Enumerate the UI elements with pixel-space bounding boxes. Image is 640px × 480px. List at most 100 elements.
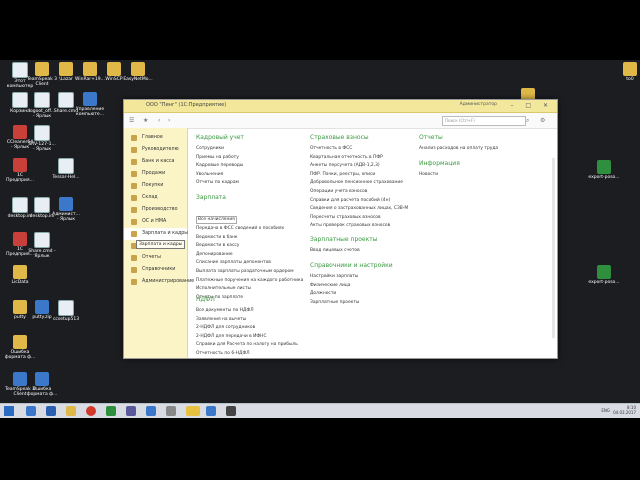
section-link[interactable]: Пересчеты страховых взносов	[310, 214, 408, 223]
desktop-icon[interactable]: Управление компьюте...	[72, 92, 108, 117]
desktop-icon[interactable]: ccsetup513	[48, 300, 84, 322]
menu-icon[interactable]: ☰	[129, 117, 134, 124]
taskbar-app-icon[interactable]	[146, 406, 156, 416]
section-link[interactable]: Отчеты по кадрам	[196, 179, 244, 188]
desktop-icon[interactable]: SRV-127-1... - Ярлык	[24, 125, 60, 152]
section-link[interactable]: 2-НДФЛ для передачи в ИФНС	[196, 333, 298, 342]
section-link[interactable]: Зарплатные проекты	[310, 299, 393, 308]
section-heading[interactable]: Кадровый учет	[196, 134, 244, 141]
sidebar-item[interactable]: Банк и касса	[124, 156, 187, 168]
section-link[interactable]: Платежные поручения на каждого работника	[196, 277, 303, 286]
section-link[interactable]: Справки для расчета пособий (4н)	[310, 197, 408, 206]
sidebar-item[interactable]: Администрирование	[124, 276, 194, 288]
forward-icon[interactable]: ›	[168, 117, 170, 124]
section-link[interactable]: Отчетность по 6-НДФЛ	[196, 350, 298, 359]
section-heading[interactable]: НДФЛ	[196, 296, 298, 303]
section-link[interactable]: Ведомости в кассу	[196, 242, 303, 251]
section-link[interactable]: Приемы на работу	[196, 154, 244, 163]
sidebar-item[interactable]: ОС и НМА	[124, 216, 187, 228]
sidebar-item[interactable]: Продажи	[124, 168, 187, 180]
desktop-icon[interactable]: export-posо...	[586, 265, 622, 285]
app-window-1c[interactable]: ООО "Пинг" (1С:Предприятие) Администрато…	[123, 99, 558, 359]
section-link[interactable]: Новости	[419, 171, 460, 180]
section-heading[interactable]: Справочники и настройки	[310, 262, 393, 269]
sidebar-item[interactable]: Покупки	[124, 180, 187, 192]
section-link[interactable]: 2-НДФЛ для сотрудников	[196, 324, 298, 333]
section-link[interactable]: Настройки зарплаты	[310, 273, 393, 282]
section-icon	[131, 267, 137, 273]
sidebar-item[interactable]: Зарплата и кадры	[124, 228, 188, 240]
taskbar-app-icon[interactable]	[106, 406, 116, 416]
section-link[interactable]: Списание зарплаты депонентов	[196, 259, 303, 268]
desktop-icon[interactable]: Share.cmd - Ярлык	[24, 232, 60, 259]
section-heading[interactable]: Отчеты	[419, 134, 498, 141]
taskbar-app-icon[interactable]	[226, 406, 236, 416]
section-link[interactable]: Депонирование	[196, 251, 303, 260]
section-heading[interactable]: Зарплатные проекты	[310, 236, 377, 243]
section-link[interactable]: Все документы по НДФЛ	[196, 307, 298, 316]
sidebar-item[interactable]: Производство	[124, 204, 187, 216]
back-icon[interactable]: ‹	[158, 117, 160, 124]
sidebar-item[interactable]: Главное	[124, 132, 187, 144]
section-link[interactable]: Выплата зарплаты раздаточным ордером	[196, 268, 303, 277]
section-link[interactable]: Увольнения	[196, 171, 244, 180]
section-heading[interactable]: Зарплата	[196, 194, 303, 201]
sidebar-item-label: Производство	[142, 207, 178, 212]
desktop-icon[interactable]: LicData	[2, 265, 38, 285]
section-link[interactable]: Передача в ФСС сведений о пособиях	[196, 225, 303, 234]
system-clock[interactable]: 8:10 04.03.2017	[613, 405, 636, 415]
taskbar-chrome-icon[interactable]	[86, 406, 96, 416]
language-indicator[interactable]: ENG	[601, 408, 610, 413]
sidebar-item[interactable]: Руководителю	[124, 144, 187, 156]
section-link[interactable]: Заявления на вычеты	[196, 316, 298, 325]
desktop-icon-label: LicData	[11, 280, 29, 285]
sidebar-item-label: ОС и НМА	[142, 219, 167, 224]
taskbar-app-icon[interactable]	[166, 406, 176, 416]
section-link[interactable]: Анкеты персучета (АДВ-1,2,3)	[310, 162, 408, 171]
taskbar-app-icon[interactable]	[26, 406, 36, 416]
section-link[interactable]: Сотрудники	[196, 145, 244, 154]
taskbar-1c-icon[interactable]	[186, 406, 200, 416]
section-link[interactable]: ПФР. Пачки, реестры, описи	[310, 171, 408, 180]
section-link[interactable]: Все начисления	[196, 216, 237, 224]
window-controls[interactable]: – □ ✕	[510, 102, 553, 109]
desktop-icon[interactable]: Ошибка формата ф...	[2, 335, 38, 360]
desktop-icon[interactable]: Tessar-Hel...	[48, 158, 84, 180]
section-link[interactable]: Кадровые переводы	[196, 162, 244, 171]
section-link[interactable]: Квартальная отчетность в ПФР	[310, 154, 408, 163]
sidebar-item[interactable]: Склад	[124, 192, 187, 204]
start-button[interactable]	[4, 406, 14, 416]
window-titlebar[interactable]: ООО "Пинг" (1С:Предприятие) Администрато…	[124, 100, 557, 113]
section-link[interactable]: Операции учета взносов	[310, 188, 408, 197]
section-link[interactable]: Отчетность в ФСС	[310, 145, 408, 154]
desktop-icon[interactable]: Ошибка формата ф...	[24, 372, 60, 397]
desktop-icon[interactable]: EasyNetMo...	[120, 62, 156, 82]
section-link[interactable]: Акты проверок страховых взносов	[310, 222, 408, 231]
sidebar-item[interactable]: Отчеты	[124, 252, 187, 264]
taskbar-app-icon[interactable]	[46, 406, 56, 416]
section-heading[interactable]: Страховые взносы	[310, 134, 408, 141]
desktop-icon[interactable]: export-posо...	[586, 160, 622, 180]
search-input[interactable]: Поиск (Ctrl+F)	[442, 116, 526, 126]
desktop-icon[interactable]: 1C Предприя...	[2, 158, 38, 183]
taskbar-app-icon[interactable]	[206, 406, 216, 416]
section-link[interactable]: Должности	[310, 290, 393, 299]
sidebar-item[interactable]: Справочники	[124, 264, 187, 276]
search-icon[interactable]: ⌕	[526, 117, 529, 125]
section-heading[interactable]: Информация	[419, 160, 460, 167]
section-link[interactable]: Физические лица	[310, 282, 393, 291]
section-link[interactable]: Ввод лицевых счетов	[310, 247, 377, 256]
desktop-icon[interactable]: to0	[612, 62, 640, 82]
section-link[interactable]: Исполнительные листы	[196, 285, 303, 294]
taskbar-app-icon[interactable]	[126, 406, 136, 416]
settings-gear-icon[interactable]: ⚙	[540, 117, 545, 124]
section-link[interactable]: Справки для Расчета по налогу на прибыль	[196, 341, 298, 350]
scrollbar[interactable]	[552, 158, 555, 338]
taskbar-explorer-icon[interactable]	[66, 406, 76, 416]
desktop-icon[interactable]: Админист... - Ярлык	[48, 197, 84, 222]
section-link[interactable]: Добровольное пенсионное страхование	[310, 179, 408, 188]
section-link[interactable]: Сведения о застрахованных лицах, СЗВ-М	[310, 205, 408, 214]
favorites-star-icon[interactable]: ★	[143, 117, 148, 124]
section-link[interactable]: Ведомости в банк	[196, 234, 303, 243]
section-link[interactable]: Анализ расходов на оплату труда	[419, 145, 498, 154]
